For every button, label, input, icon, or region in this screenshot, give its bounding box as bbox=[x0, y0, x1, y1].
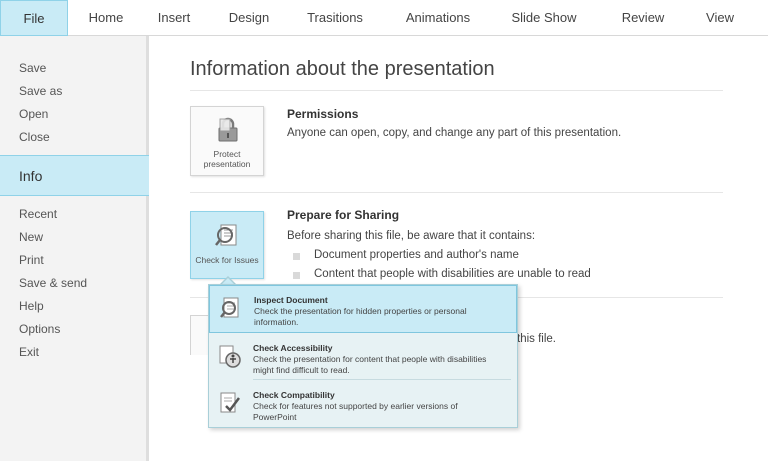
protect-presentation-button[interactable]: Protect presentation bbox=[190, 106, 264, 176]
sharing-text: Before sharing this file, be aware that … bbox=[287, 230, 536, 242]
sidebar-item-open[interactable]: Open bbox=[19, 107, 48, 121]
tab-insert[interactable]: Insert bbox=[148, 0, 200, 36]
compatibility-icon bbox=[220, 392, 240, 413]
menu-item-desc: Check for features not supported by earl… bbox=[253, 401, 458, 422]
sidebar-item-new[interactable]: New bbox=[19, 230, 43, 244]
sidebar-item-options[interactable]: Options bbox=[19, 322, 60, 336]
divider bbox=[190, 192, 723, 193]
tab-view[interactable]: View bbox=[700, 0, 740, 36]
sidebar-item-print[interactable]: Print bbox=[19, 253, 44, 267]
accessibility-icon bbox=[219, 345, 241, 368]
tab-review[interactable]: Review bbox=[614, 0, 672, 36]
tab-transitions[interactable]: Trasitions bbox=[298, 0, 372, 36]
permissions-title: Permissions bbox=[287, 107, 359, 121]
sharing-bullet-1: Document properties and author's name bbox=[314, 249, 519, 261]
versions-text-partial: this file. bbox=[517, 333, 556, 345]
ribbon-tabs: File Home Insert Design Trasitions Anima… bbox=[0, 0, 768, 36]
check-issues-menu: Inspect Document Check the presentation … bbox=[208, 284, 518, 428]
divider bbox=[190, 90, 723, 91]
page-title: Information about the presentation bbox=[190, 58, 495, 80]
sidebar-item-recent[interactable]: Recent bbox=[19, 207, 57, 221]
menu-separator bbox=[253, 379, 511, 380]
permissions-text: Anyone can open, copy, and change any pa… bbox=[287, 127, 622, 139]
sidebar-item-info[interactable]: Info bbox=[0, 155, 149, 196]
menu-item-title: Check Accessibility bbox=[253, 343, 333, 353]
protect-presentation-label: Protect presentation bbox=[203, 149, 251, 169]
bullet-marker bbox=[293, 253, 300, 260]
sidebar-item-close[interactable]: Close bbox=[19, 130, 50, 144]
menu-item-desc: Check the presentation for hidden proper… bbox=[254, 306, 467, 327]
inspect-document-icon bbox=[220, 297, 239, 318]
tab-animations[interactable]: Animations bbox=[398, 0, 478, 36]
sidebar-item-save-as[interactable]: Save as bbox=[19, 84, 62, 98]
sharing-bullet-2: Content that people with disabilities ar… bbox=[314, 268, 591, 280]
menu-item-title: Inspect Document bbox=[254, 295, 328, 305]
bullet-marker bbox=[293, 272, 300, 279]
check-issues-icon bbox=[215, 224, 237, 246]
check-for-issues-button[interactable]: Check for Issues bbox=[190, 211, 264, 279]
lock-icon bbox=[218, 117, 238, 142]
tab-file[interactable]: File bbox=[0, 0, 68, 36]
sidebar-item-info-label: Info bbox=[19, 168, 43, 184]
sidebar-item-save-send[interactable]: Save & send bbox=[19, 276, 87, 290]
tab-home[interactable]: Home bbox=[78, 0, 134, 36]
sidebar-item-save[interactable]: Save bbox=[19, 61, 46, 75]
menu-item-check-compatibility[interactable]: Check Compatibility Check for features n… bbox=[209, 381, 517, 427]
menu-item-desc: Check the presentation for content that … bbox=[253, 354, 487, 375]
tab-slide-show[interactable]: Slide Show bbox=[506, 0, 582, 36]
backstage-sidebar: Save Save as Open Close Info Recent New … bbox=[0, 36, 149, 461]
check-for-issues-label: Check for Issues bbox=[195, 255, 259, 265]
menu-item-inspect-document[interactable]: Inspect Document Check the presentation … bbox=[209, 285, 517, 333]
sharing-title: Prepare for Sharing bbox=[287, 208, 400, 222]
menu-item-check-accessibility[interactable]: Check Accessibility Check the presentati… bbox=[209, 334, 517, 380]
sidebar-item-exit[interactable]: Exit bbox=[19, 345, 39, 359]
menu-item-title: Check Compatibility bbox=[253, 390, 335, 400]
tab-design[interactable]: Design bbox=[220, 0, 278, 36]
sidebar-item-help[interactable]: Help bbox=[19, 299, 44, 313]
